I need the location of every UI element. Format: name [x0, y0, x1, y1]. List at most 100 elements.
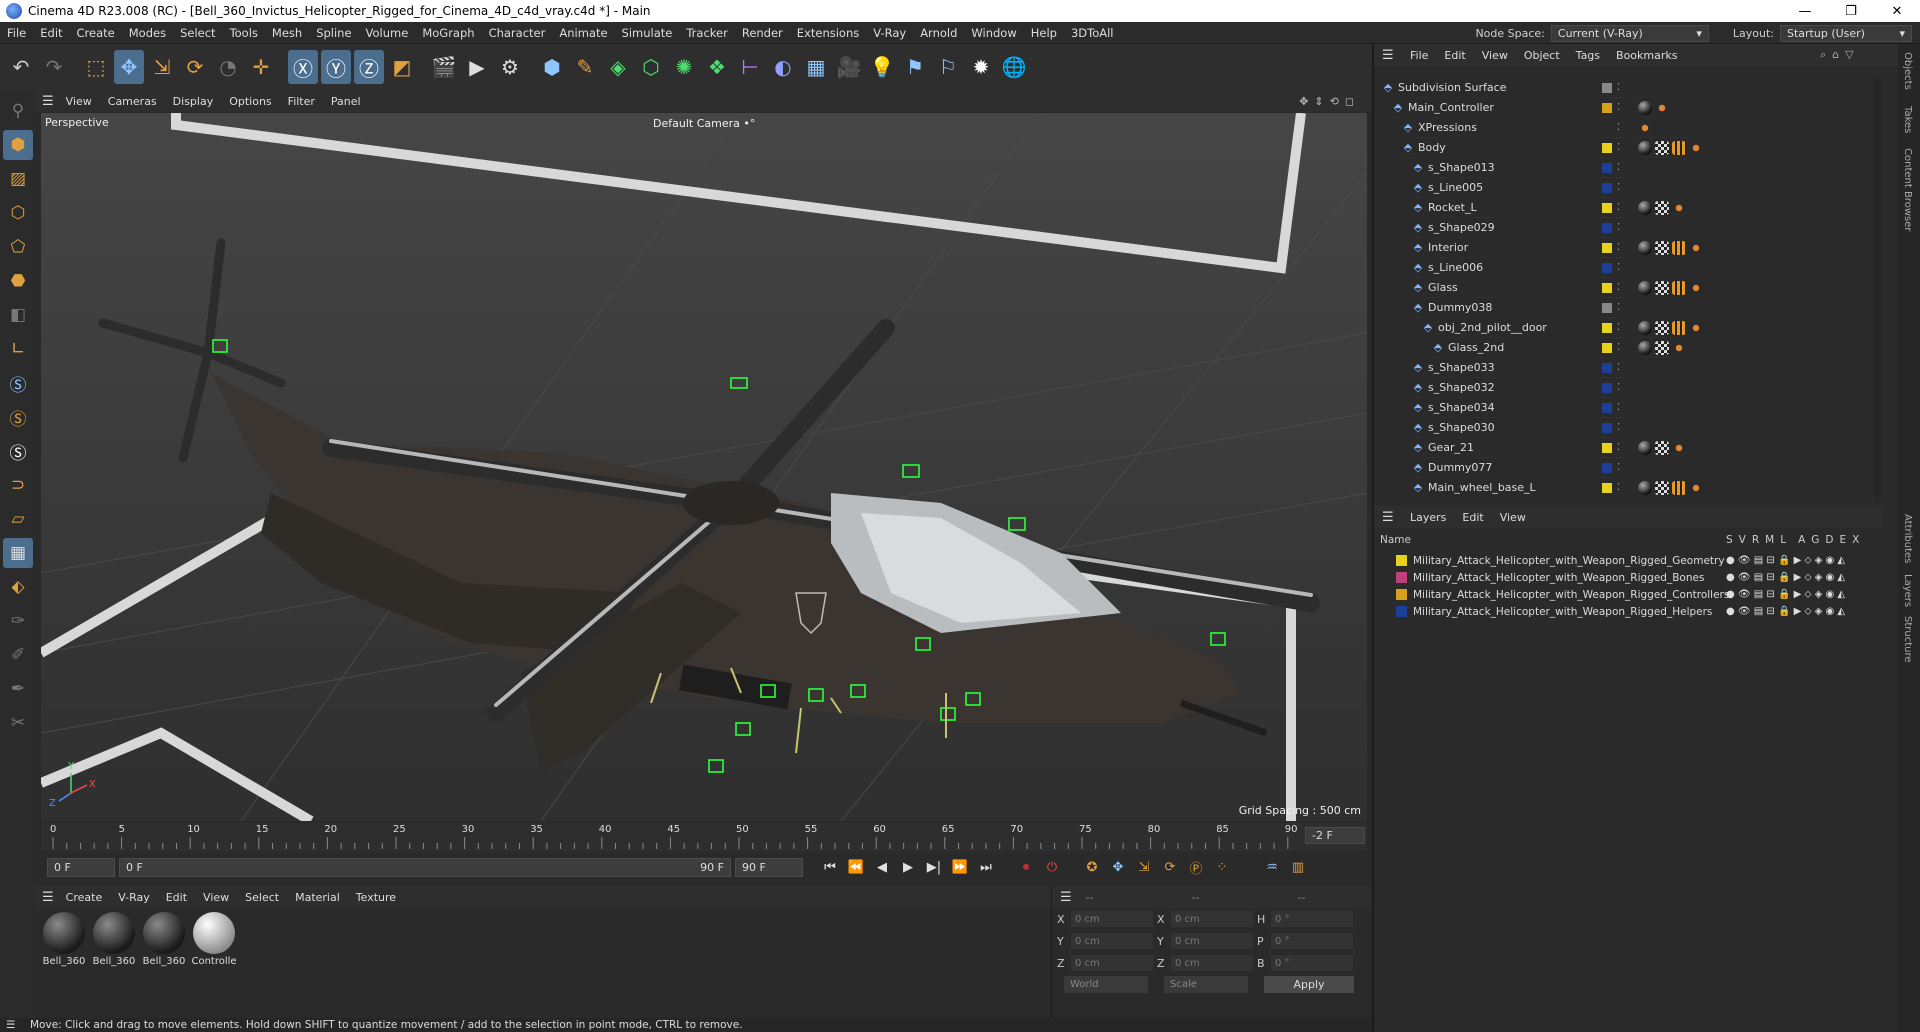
layer-color-swatch[interactable] [1602, 242, 1612, 253]
layer-color-swatch[interactable] [1602, 262, 1612, 273]
previous-key-icon[interactable]: ⏪ [845, 857, 867, 879]
close-button[interactable]: ✕ [1874, 0, 1920, 22]
object-row[interactable]: ⬘ Rocket_L ⁚ [1374, 198, 1882, 218]
layer-color-swatch[interactable] [1602, 202, 1612, 213]
visibility-dots-icon[interactable]: ⁚ [1617, 202, 1620, 213]
material-tag-icon[interactable] [1638, 200, 1652, 215]
axis-mode-icon[interactable]: ∟ [3, 334, 33, 364]
selection-tag-icon[interactable] [1672, 320, 1686, 335]
menu-mograph[interactable]: MoGraph [415, 26, 481, 40]
interpolation-icon[interactable]: ♒ [1261, 857, 1283, 879]
object-tree-scrollbar[interactable] [1874, 78, 1882, 498]
visibility-dots-icon[interactable]: ⁚ [1617, 482, 1620, 493]
layer-menu-edit[interactable]: Edit [1454, 511, 1491, 524]
snap-settings-icon[interactable]: Ⓢ [3, 402, 33, 432]
x-axis-lock-icon[interactable]: Ⓧ [288, 50, 318, 84]
layer-color-swatch[interactable] [1602, 442, 1612, 453]
menu-tracker[interactable]: Tracker [679, 26, 735, 40]
viewport-menu-panel[interactable]: Panel [323, 95, 369, 108]
object-row[interactable]: ⬘ obj_2nd_pilot__door ⁚ [1374, 318, 1882, 338]
hamburger-menu-icon[interactable]: ☰ [42, 890, 54, 905]
visibility-dots-icon[interactable]: ⁚ [1617, 422, 1620, 433]
layer-row[interactable]: Military_Attack_Helicopter_with_Weapon_R… [1374, 552, 1882, 569]
maximize-button[interactable]: ❐ [1828, 0, 1874, 22]
texture-tag-icon[interactable] [1655, 480, 1669, 495]
selection-tag-icon[interactable] [1672, 240, 1686, 255]
material-tag-icon[interactable] [1638, 440, 1652, 455]
subdivision-generator-icon[interactable]: ◈ [603, 50, 633, 84]
layer-color-swatch[interactable] [1396, 606, 1407, 617]
ik-tag-icon[interactable] [1672, 440, 1686, 455]
ik-tag-icon[interactable] [1655, 100, 1669, 115]
object-row[interactable]: ⬘ s_Shape029 ⁚ [1374, 218, 1882, 238]
ik-tag-icon[interactable] [1689, 320, 1703, 335]
visibility-dots-icon[interactable]: ⁚ [1617, 302, 1620, 313]
previous-frame-icon[interactable]: ◀ [871, 857, 893, 879]
layout-dropdown[interactable]: Startup (User) ▾ [1780, 24, 1912, 42]
menu-select[interactable]: Select [173, 26, 222, 40]
texture-tag-icon[interactable] [1655, 280, 1669, 295]
material-tag-icon[interactable] [1638, 140, 1652, 155]
hamburger-menu-icon[interactable]: ☰ [42, 94, 54, 109]
menu-arnold[interactable]: Arnold [913, 26, 964, 40]
menu-vray[interactable]: V-Ray [866, 26, 913, 40]
selection-tag-icon[interactable] [1672, 280, 1686, 295]
object-menu-edit[interactable]: Edit [1436, 49, 1473, 62]
visibility-dots-icon[interactable]: ⁚ [1617, 242, 1620, 253]
layer-menu-view[interactable]: View [1492, 511, 1534, 524]
uv-mode-icon[interactable]: ◧ [3, 300, 33, 330]
texture-mode-icon[interactable]: ▨ [3, 164, 33, 194]
transform-tool-icon[interactable]: ✛ [246, 50, 276, 84]
object-row[interactable]: ⬘ Subdivision Surface ⁚ [1374, 78, 1882, 98]
timeline-ruler[interactable]: 0 5 10 15 20 25 30 35 40 45 50 55 60 65 70 75 80 85 90 -2 … [41, 823, 1367, 851]
layer-row[interactable]: Military_Attack_Helicopter_with_Weapon_R… [1374, 569, 1882, 586]
texture-tag-icon[interactable] [1655, 200, 1669, 215]
next-frame-icon[interactable]: ▶| [923, 857, 945, 879]
material-swatch[interactable]: Bell_360 [142, 912, 186, 1014]
size-x-field[interactable]: 0 cm [1171, 911, 1253, 927]
3d-viewport[interactable]: Y X Z Perspective Default Camera •° Grid… [41, 113, 1367, 821]
material-menu-vray[interactable]: V-Ray [110, 891, 158, 904]
visibility-dots-icon[interactable]: ⁚ [1617, 442, 1620, 453]
material-tag-icon[interactable] [1638, 100, 1652, 115]
size-z-field[interactable]: 0 cm [1171, 955, 1253, 971]
object-row[interactable]: ⬘ s_Shape033 ⁚ [1374, 358, 1882, 378]
mograph-cloner-icon[interactable]: ❖ [702, 50, 732, 84]
visibility-dots-icon[interactable]: ⁚ [1617, 402, 1620, 413]
object-row[interactable]: ⬘ XPressions ⁚ [1374, 118, 1882, 138]
material-tag-icon[interactable] [1638, 340, 1652, 355]
render-settings-icon[interactable]: ⚙ [495, 50, 525, 84]
ik-tag-icon[interactable] [1672, 340, 1686, 355]
field-object-icon[interactable]: ◐ [768, 50, 798, 84]
layer-color-swatch[interactable] [1396, 555, 1407, 566]
visibility-dots-icon[interactable]: ⁚ [1617, 222, 1620, 233]
render-view-icon[interactable]: 🎬 [429, 50, 459, 84]
rotation-h-field[interactable]: 0 ° [1271, 911, 1353, 927]
layer-menu-layers[interactable]: Layers [1402, 511, 1454, 524]
python-script-icon[interactable]: ⚑ [900, 50, 930, 84]
visibility-dots-icon[interactable]: ⁚ [1617, 462, 1620, 473]
visibility-dots-icon[interactable]: ⁚ [1617, 382, 1620, 393]
object-menu-file[interactable]: File [1402, 49, 1436, 62]
size-y-field[interactable]: 0 cm [1171, 933, 1253, 949]
visibility-dots-icon[interactable]: ⁚ [1617, 342, 1620, 353]
record-active-objects-icon[interactable]: ⏺ [1015, 857, 1037, 879]
knife-tool-icon[interactable]: ✂ [3, 708, 33, 738]
texture-tag-icon[interactable] [1655, 240, 1669, 255]
object-manager-search-icons[interactable]: ⌕⌂▽ [1820, 48, 1860, 62]
key-scale-icon[interactable]: ⇲ [1133, 857, 1155, 879]
object-row[interactable]: ⬘ Body ⁚ [1374, 138, 1882, 158]
floor-object-icon[interactable]: ▦ [801, 50, 831, 84]
position-y-field[interactable]: 0 cm [1071, 933, 1153, 949]
material-menu-select[interactable]: Select [237, 891, 287, 904]
object-row[interactable]: ⬘ s_Line005 ⁚ [1374, 178, 1882, 198]
z-axis-lock-icon[interactable]: Ⓩ [354, 50, 384, 84]
magnet-tool-icon[interactable]: ⊃ [3, 470, 33, 500]
menu-volume[interactable]: Volume [359, 26, 416, 40]
menu-render[interactable]: Render [735, 26, 790, 40]
go-to-start-icon[interactable]: ⏮ [819, 857, 841, 879]
material-tag-icon[interactable] [1638, 280, 1652, 295]
visibility-dots-icon[interactable]: ⁚ [1617, 182, 1620, 193]
timeline-current-frame-field[interactable]: -2 F [1305, 827, 1365, 844]
menu-spline[interactable]: Spline [309, 26, 358, 40]
